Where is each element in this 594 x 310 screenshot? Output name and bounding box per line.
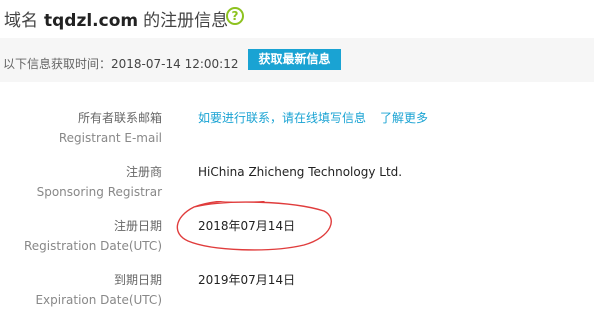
label-cn: 到期日期 <box>113 273 162 287</box>
page-title: 域名 tqdzl.com 的注册信息 <box>4 6 228 31</box>
red-annotation-circle <box>176 201 332 251</box>
registrar-value: HiChina Zhicheng Technology Ltd. <box>198 165 403 179</box>
field-label: 所有者联系邮箱 Registrant E-mail <box>59 108 162 148</box>
label-cn: 注册商 <box>125 165 162 179</box>
learn-more-link[interactable]: 了解更多 <box>380 111 428 125</box>
field-label: 注册商 Sponsoring Registrar <box>37 162 162 202</box>
title-prefix: 域名 <box>4 11 38 31</box>
label-en: Registrant E-mail <box>58 131 162 145</box>
expiration-date-value: 2019年07月14日 <box>198 273 296 287</box>
contact-form-link[interactable]: 如要进行联系，请在线填写信息 <box>198 111 366 125</box>
title-suffix: 的注册信息 <box>143 11 229 31</box>
label-en: Registration Date(UTC) <box>23 239 162 253</box>
domain-name: tqdzl.com <box>44 11 139 31</box>
field-label: 注册日期 Registration Date(UTC) <box>24 216 162 256</box>
label-cn: 所有者联系邮箱 <box>77 111 162 125</box>
fetch-time: 以下信息获取时间：2018-07-14 12:00:12 <box>3 55 238 72</box>
label-en: Sponsoring Registrar <box>36 185 162 199</box>
field-label: 到期日期 Expiration Date(UTC) <box>35 270 162 310</box>
label-en: Expiration Date(UTC) <box>35 293 162 307</box>
label-cn: 注册日期 <box>113 219 162 233</box>
fetch-info-bar: 以下信息获取时间：2018-07-14 12:00:12 获取最新信息 <box>0 38 594 82</box>
fetch-time-label: 以下信息获取时间： <box>3 57 112 71</box>
page-header: 域名 tqdzl.com 的注册信息 ? <box>0 0 594 38</box>
refresh-info-button[interactable]: 获取最新信息 <box>248 49 341 70</box>
fetch-timestamp: 2018-07-14 12:00:12 <box>111 57 239 71</box>
field-value: 如要进行联系，请在线填写信息 了解更多 <box>198 109 428 127</box>
question-circle-icon[interactable]: ? <box>226 7 244 25</box>
